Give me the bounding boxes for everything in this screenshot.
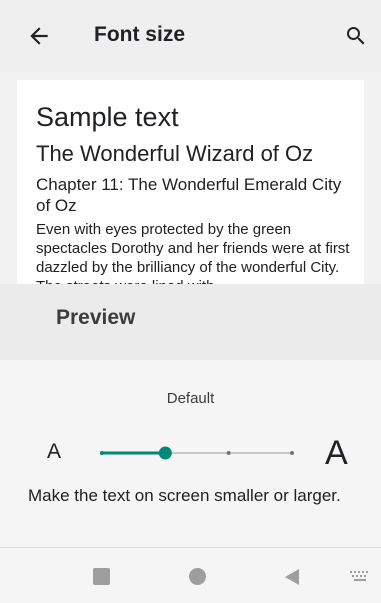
- triangle-back-icon[interactable]: [282, 567, 302, 587]
- page-title: Font size: [94, 23, 186, 46]
- font-size-slider[interactable]: [96, 442, 296, 464]
- larger-size-label: A: [325, 434, 348, 472]
- sample-text-preview: Sample text The Wonderful Wizard of Oz C…: [17, 80, 364, 284]
- keyboard-icon[interactable]: [350, 571, 370, 583]
- square-recents-icon[interactable]: [93, 568, 110, 585]
- current-size-label: Default: [166, 390, 215, 407]
- app-bar: Font size: [0, 0, 381, 72]
- search-icon[interactable]: [344, 24, 368, 48]
- slider-thumb[interactable]: [158, 446, 172, 460]
- sample-chapter-title: Chapter 11: The Wonderful Emerald City o…: [36, 175, 342, 215]
- slider-tick-1[interactable]: [100, 451, 104, 455]
- sample-title: Sample text: [36, 102, 179, 132]
- slider-tick-3[interactable]: [226, 451, 231, 455]
- sample-book-title: The Wonderful Wizard of Oz: [36, 141, 314, 166]
- smaller-size-label: A: [47, 440, 62, 463]
- arrow-back-icon[interactable]: [26, 23, 52, 49]
- system-nav-bar: [0, 548, 381, 603]
- helper-text: Make the text on screen smaller or large…: [28, 486, 341, 505]
- preview-header: Preview: [0, 284, 381, 360]
- circle-home-icon[interactable]: [189, 568, 206, 585]
- preview-label: Preview: [56, 306, 136, 329]
- sample-body-text: Even with eyes protected by the green sp…: [36, 221, 350, 284]
- slider-tick-4[interactable]: [290, 451, 294, 455]
- font-size-controls: Default A A Make the text on screen smal…: [0, 360, 381, 548]
